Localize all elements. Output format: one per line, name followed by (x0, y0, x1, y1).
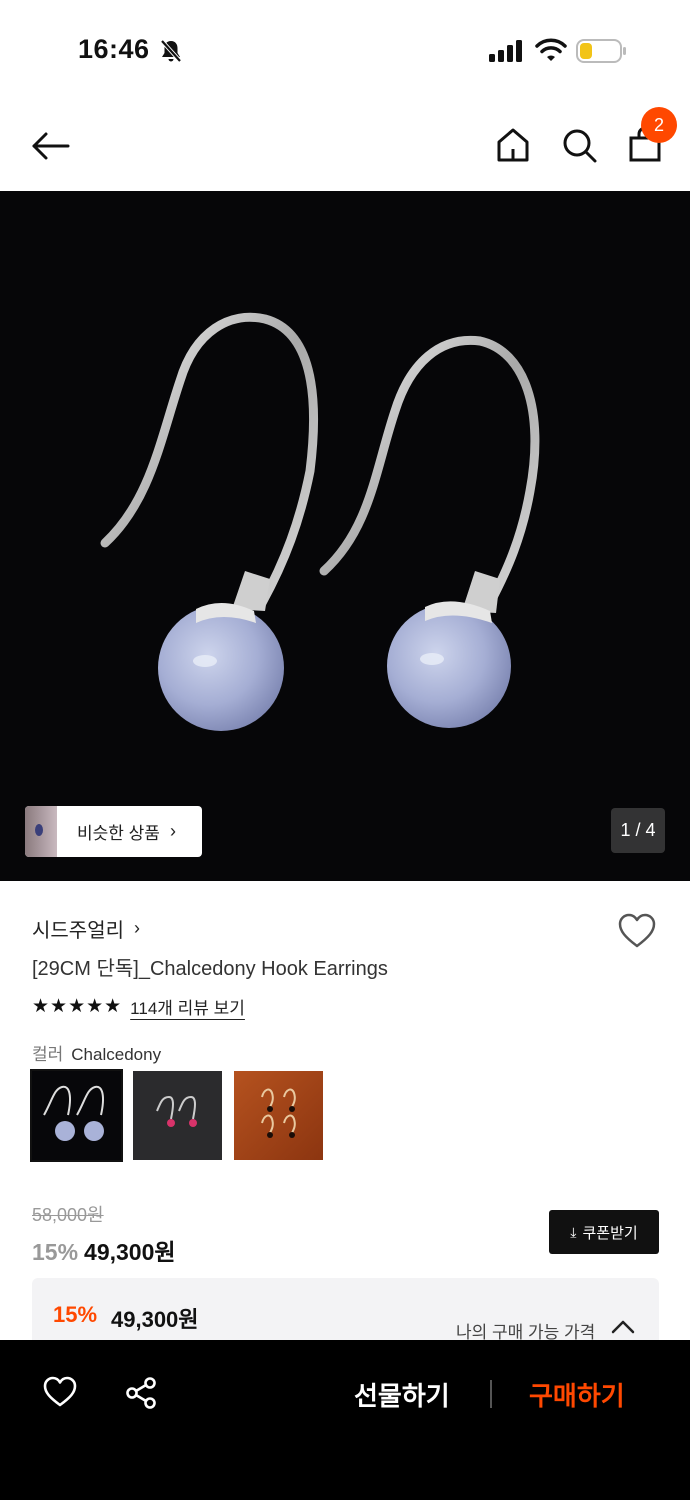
discount-rate: 15% (32, 1239, 79, 1265)
coupon-button[interactable]: ⤓ 쿠폰받기 (549, 1210, 659, 1254)
original-price: 58,000원 (32, 1205, 104, 1225)
swatch-chalcedony[interactable] (30, 1069, 123, 1162)
product-photo (0, 191, 690, 881)
search-icon[interactable] (560, 126, 598, 164)
wishlist-heart-icon[interactable] (617, 913, 657, 949)
color-option-row: 컬러 Chalcedony (32, 1040, 161, 1065)
brand-link[interactable]: 시드주얼리 › (32, 914, 140, 943)
battery-low-icon (576, 39, 626, 63)
similar-products-label: 비슷한 상품 (77, 824, 160, 843)
rating-row: ★★★★★ 114개 리뷰 보기 (32, 994, 245, 1019)
swatch-pink[interactable] (133, 1071, 222, 1160)
wifi-icon (535, 38, 567, 61)
swatch-pink-image (156, 1095, 197, 1127)
divider (490, 1380, 492, 1408)
color-label: 컬러 (32, 1045, 64, 1064)
buy-button[interactable]: 구매하기 (529, 1376, 625, 1413)
status-time: 16:46 (78, 34, 150, 64)
similar-product-thumbnail (25, 806, 57, 857)
swatch-black-image (261, 1088, 296, 1138)
price-row: 15% 49,300원 (32, 1233, 176, 1267)
signal-icon (489, 40, 522, 62)
share-icon[interactable] (124, 1376, 158, 1410)
color-swatches (30, 1069, 323, 1162)
chevron-up-icon[interactable] (610, 1316, 636, 1336)
brand-name: 시드주얼리 (32, 920, 124, 942)
best-discount-rate: 15% (53, 1302, 98, 1327)
product-title: [29CM 단독]_Chalcedony Hook Earrings (32, 958, 388, 980)
sale-price: 49,300원 (84, 1239, 176, 1265)
coupon-label: 쿠폰받기 (582, 1224, 638, 1242)
similar-products-button[interactable]: 비슷한 상품 › (25, 806, 202, 857)
chevron-right-icon: › (169, 821, 176, 841)
download-icon: ⤓ (570, 1223, 577, 1240)
star-rating: ★★★★★ (32, 996, 123, 1017)
review-link[interactable]: 114개 리뷰 보기 (130, 994, 245, 1019)
swatch-chalcedony-image (43, 1085, 104, 1141)
status-bar: 16:46 (0, 0, 690, 100)
gift-button[interactable]: 선물하기 (354, 1376, 450, 1413)
back-arrow-icon[interactable] (28, 124, 72, 168)
product-image-gallery[interactable]: 비슷한 상품 › 1 / 4 (0, 191, 690, 881)
cart-count-badge: 2 (641, 107, 677, 143)
bell-slash-icon (160, 39, 182, 63)
color-value: Chalcedony (71, 1045, 162, 1064)
heart-icon[interactable] (42, 1376, 78, 1408)
swatch-black[interactable] (234, 1071, 323, 1160)
best-price: 49,300원 (111, 1307, 199, 1332)
nav-bar (0, 100, 690, 190)
image-page-indicator: 1 / 4 (611, 808, 665, 853)
chevron-right-icon: › (134, 918, 140, 938)
bottom-action-bar: 선물하기 구매하기 (0, 1340, 690, 1500)
home-icon[interactable] (494, 126, 532, 164)
